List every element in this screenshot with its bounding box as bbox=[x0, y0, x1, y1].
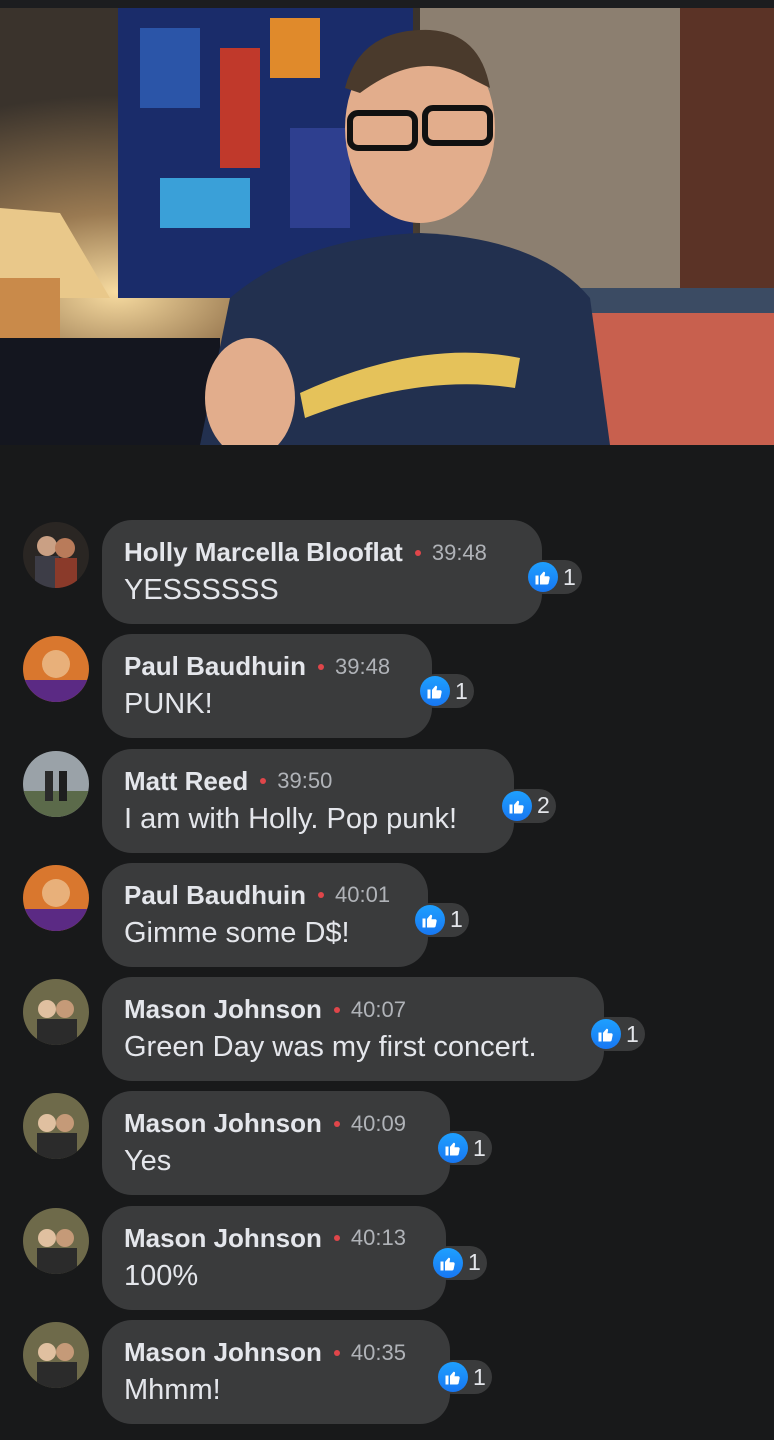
avatar[interactable] bbox=[23, 522, 89, 588]
comment-bubble: Holly Marcella Blooflat 39:48 YESSSSSS bbox=[102, 520, 542, 624]
like-reaction[interactable]: 1 bbox=[431, 1245, 487, 1280]
comment-text: PUNK! bbox=[124, 688, 213, 721]
thumbs-up-icon bbox=[438, 1133, 468, 1164]
like-count: 1 bbox=[450, 906, 463, 933]
like-reaction[interactable]: 2 bbox=[500, 788, 556, 823]
avatar[interactable] bbox=[23, 1207, 89, 1274]
comment-time[interactable]: 39:48 bbox=[432, 540, 487, 566]
like-reaction[interactable]: 1 bbox=[589, 1017, 645, 1052]
avatar[interactable] bbox=[23, 864, 89, 931]
thumbs-up-icon bbox=[528, 562, 558, 592]
comment-item: Mason Johnson 40:07 Green Day was my fir… bbox=[0, 977, 774, 1091]
comment-text: 100% bbox=[124, 1259, 199, 1292]
comment-item: Mason Johnson 40:13 100% 1 bbox=[0, 1205, 774, 1320]
comment-time[interactable]: 39:50 bbox=[277, 768, 332, 794]
commenter-name[interactable]: Mason Johnson bbox=[124, 994, 322, 1025]
commenter-name[interactable]: Matt Reed bbox=[124, 766, 248, 797]
comment-text: Green Day was my first concert. bbox=[124, 1031, 537, 1064]
separator-dot bbox=[333, 1120, 340, 1127]
comment-time[interactable]: 40:13 bbox=[351, 1225, 406, 1251]
comment-item: Paul Baudhuin 40:01 Gimme some D$! 1 bbox=[0, 862, 774, 977]
commenter-name[interactable]: Paul Baudhuin bbox=[124, 651, 306, 682]
comment-bubble: Mason Johnson 40:35 Mhmm! bbox=[102, 1320, 450, 1425]
like-count: 1 bbox=[455, 677, 468, 704]
like-reaction[interactable]: 1 bbox=[436, 1131, 492, 1166]
comment-list: Holly Marcella Blooflat 39:48 YESSSSSS 1… bbox=[0, 520, 774, 1434]
like-count: 1 bbox=[626, 1020, 639, 1047]
separator-dot bbox=[333, 1235, 340, 1242]
like-count: 1 bbox=[473, 1134, 486, 1161]
comment-time[interactable]: 40:01 bbox=[335, 882, 390, 908]
avatar[interactable] bbox=[23, 1322, 89, 1389]
thumbs-up-icon bbox=[502, 790, 532, 821]
comment-time[interactable]: 40:07 bbox=[351, 997, 406, 1023]
thumbs-up-icon bbox=[591, 1019, 621, 1050]
comment-bubble: Mason Johnson 40:07 Green Day was my fir… bbox=[102, 977, 604, 1082]
comment-text: YESSSSSS bbox=[124, 574, 279, 606]
comment-text: Mhmm! bbox=[124, 1374, 221, 1407]
thumbs-up-icon bbox=[438, 1362, 468, 1393]
live-video[interactable] bbox=[0, 0, 774, 445]
comment-bubble: Matt Reed 39:50 I am with Holly. Pop pun… bbox=[102, 748, 514, 853]
separator-dot bbox=[318, 663, 324, 670]
comment-bubble: Paul Baudhuin 39:48 PUNK! bbox=[102, 634, 432, 739]
separator-dot bbox=[318, 892, 324, 899]
thumbs-up-icon bbox=[433, 1247, 463, 1278]
commenter-name[interactable]: Holly Marcella Blooflat bbox=[124, 537, 403, 568]
avatar[interactable] bbox=[23, 979, 89, 1046]
like-reaction[interactable]: 1 bbox=[418, 674, 474, 709]
comment-time[interactable]: 40:09 bbox=[351, 1111, 406, 1137]
comment-item: Holly Marcella Blooflat 39:48 YESSSSSS 1 bbox=[0, 520, 774, 634]
comment-bubble: Paul Baudhuin 40:01 Gimme some D$! bbox=[102, 862, 428, 967]
commenter-name[interactable]: Mason Johnson bbox=[124, 1337, 322, 1368]
comment-time[interactable]: 40:35 bbox=[351, 1340, 406, 1366]
like-reaction[interactable]: 1 bbox=[436, 1360, 492, 1395]
avatar[interactable] bbox=[23, 636, 89, 703]
comment-text: Yes bbox=[124, 1145, 172, 1178]
separator-dot bbox=[333, 1006, 340, 1013]
comment-time[interactable]: 39:48 bbox=[335, 654, 390, 680]
video-frame bbox=[0, 8, 774, 445]
commenter-name[interactable]: Paul Baudhuin bbox=[124, 880, 306, 911]
comment-bubble: Mason Johnson 40:09 Yes bbox=[102, 1091, 450, 1196]
like-reaction[interactable]: 1 bbox=[413, 902, 469, 937]
commenter-name[interactable]: Mason Johnson bbox=[124, 1108, 322, 1139]
like-count: 1 bbox=[468, 1249, 481, 1276]
thumbs-up-icon bbox=[420, 676, 450, 707]
comment-item: Mason Johnson 40:09 Yes 1 bbox=[0, 1091, 774, 1205]
thumbs-up-icon bbox=[415, 904, 445, 935]
comment-item: Paul Baudhuin 39:48 PUNK! 1 bbox=[0, 634, 774, 748]
comment-item: Mason Johnson 40:35 Mhmm! 1 bbox=[0, 1320, 774, 1434]
separator-dot bbox=[414, 549, 421, 556]
like-count: 1 bbox=[473, 1363, 486, 1390]
like-count: 1 bbox=[563, 563, 576, 590]
avatar[interactable] bbox=[23, 750, 89, 817]
comment-item: Matt Reed 39:50 I am with Holly. Pop pun… bbox=[0, 748, 774, 863]
comment-text: I am with Holly. Pop punk! bbox=[124, 802, 458, 835]
commenter-name[interactable]: Mason Johnson bbox=[124, 1223, 322, 1254]
comment-bubble: Mason Johnson 40:13 100% bbox=[102, 1205, 446, 1310]
video-top-bar bbox=[0, 0, 774, 8]
separator-dot bbox=[333, 1349, 340, 1356]
like-count: 2 bbox=[537, 792, 550, 819]
avatar[interactable] bbox=[23, 1093, 89, 1160]
comment-text: Gimme some D$! bbox=[124, 916, 350, 949]
separator-dot bbox=[260, 778, 267, 785]
like-reaction[interactable]: 1 bbox=[526, 560, 582, 594]
